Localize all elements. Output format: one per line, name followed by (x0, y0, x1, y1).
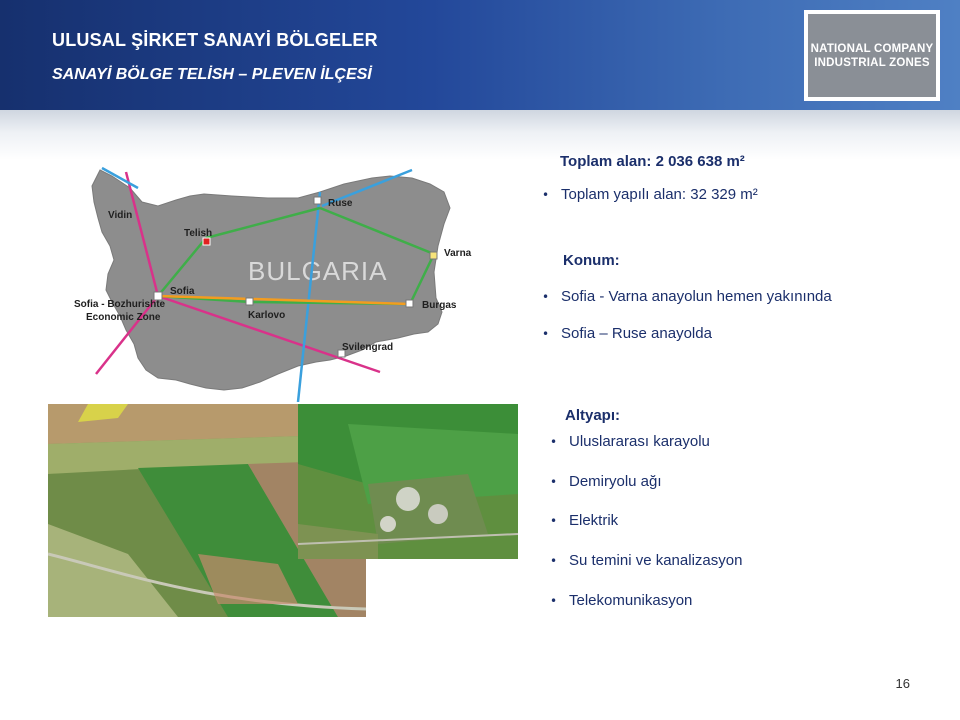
slide-title: ULUSAL ŞİRKET SANAYİ BÖLGELER (52, 30, 378, 50)
bullet-dot-icon: • (542, 290, 550, 304)
infra-heading: Altyapı: (565, 407, 621, 424)
city-label-bozhurishte: Sofia - Bozhurishte (74, 299, 166, 310)
city-label-economic-zone: Economic Zone (86, 312, 161, 323)
city-label-telish: Telish (184, 228, 212, 239)
bullet-dot-icon: • (550, 475, 558, 489)
city-label-karlovo: Karlovo (248, 310, 285, 321)
city-label-svilengrad: Svilengrad (342, 342, 393, 353)
infra-item: Demiryolu ağı (569, 473, 662, 490)
country-label: BULGARIA (248, 256, 388, 286)
telish-marker (202, 237, 211, 246)
logo-text-line2: INDUSTRIAL ZONES (814, 56, 930, 69)
slide-subtitle: SANAYİ BÖLGE TELİSH – PLEVEN İLÇESİ (52, 66, 372, 83)
burgas-marker (405, 299, 414, 308)
logo-text-line1: NATIONAL COMPANY (810, 42, 934, 55)
page-number: 16 (895, 676, 910, 691)
total-area: Toplam alan: 2 036 638 m² (560, 153, 745, 170)
bullet-dot-icon: • (550, 514, 558, 528)
bullet-dot-icon: • (542, 327, 550, 341)
aerial-photo-right (297, 404, 518, 559)
photo-gap (366, 559, 518, 617)
city-label-vidin: Vidin (108, 210, 132, 221)
infra-item: Telekomunikasyon (569, 592, 693, 609)
logo-plate: NATIONAL COMPANY INDUSTRIAL ZONES (808, 14, 936, 97)
city-label-sofia: Sofia (170, 286, 195, 297)
location-item: Sofia – Ruse anayolda (561, 325, 712, 342)
ruse-marker (313, 196, 322, 205)
karlovo-marker (245, 297, 254, 306)
location-heading: Konum: (563, 252, 620, 269)
infra-item: Uluslararası karayolu (569, 433, 710, 450)
bulgaria-map: BULGARIA Vidin Ruse Telish Varna Sofia B… (72, 162, 484, 402)
infra-item: Elektrik (569, 512, 619, 529)
varna-marker (429, 251, 438, 260)
city-label-burgas: Burgas (422, 300, 457, 311)
city-label-ruse: Ruse (328, 198, 353, 209)
bullet-dot-icon: • (550, 594, 558, 608)
infra-item: Su temini ve kanalizasyon (569, 552, 743, 569)
aerial-photos (48, 404, 518, 617)
city-label-varna: Varna (444, 248, 472, 259)
company-logo: NATIONAL COMPANY INDUSTRIAL ZONES (804, 10, 940, 101)
bullet-dot-icon: • (542, 188, 550, 202)
bullet-dot-icon: • (550, 554, 558, 568)
bullet-dot-icon: • (550, 435, 558, 449)
header-shade (0, 110, 960, 160)
built-area: Toplam yapılı alan: 32 329 m² (561, 186, 758, 203)
location-item: Sofia - Varna anayolun hemen yakınında (561, 288, 832, 305)
